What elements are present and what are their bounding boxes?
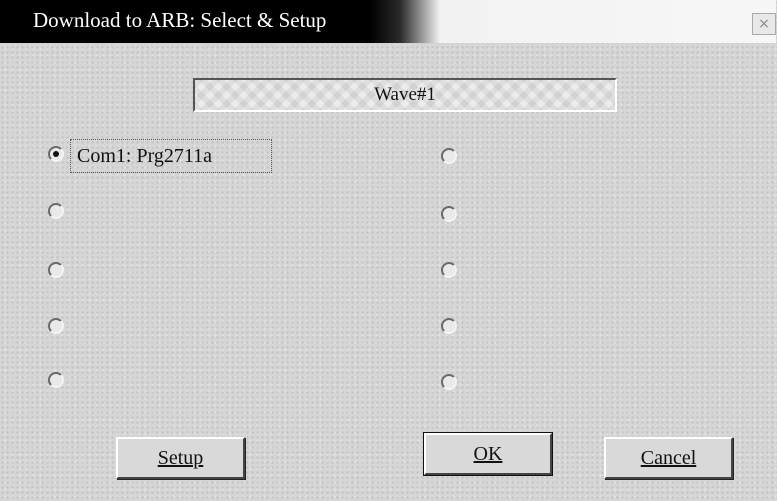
port-radio-right-1[interactable] — [441, 148, 457, 164]
port-radio-right-2[interactable] — [441, 206, 457, 222]
port-radio-right-5[interactable] — [441, 374, 457, 390]
port-radio-left-5[interactable] — [48, 372, 64, 388]
waveform-name-value: Wave#1 — [374, 84, 436, 105]
cancel-button[interactable]: Cancel — [604, 437, 733, 479]
setup-button[interactable]: Setup — [116, 437, 245, 479]
port-radio-left-3[interactable] — [48, 262, 64, 278]
port-label-left-1[interactable]: Com1: Prg2711a — [70, 139, 272, 173]
title-bar: Download to ARB: Select & Setup × — [0, 0, 776, 43]
window-title: Download to ARB: Select & Setup — [33, 8, 327, 32]
port-radio-right-3[interactable] — [441, 262, 457, 278]
port-radio-left-1[interactable] — [48, 146, 64, 162]
port-radio-left-2[interactable] — [48, 203, 64, 219]
port-radio-right-4[interactable] — [441, 318, 457, 334]
close-icon: × — [758, 16, 770, 32]
ok-button[interactable]: OK — [423, 432, 553, 476]
waveform-name-field[interactable]: Wave#1 — [193, 78, 617, 112]
close-button[interactable]: × — [752, 13, 776, 35]
port-radio-left-4[interactable] — [48, 318, 64, 334]
download-dialog: Download to ARB: Select & Setup × Wave#1… — [0, 0, 777, 501]
